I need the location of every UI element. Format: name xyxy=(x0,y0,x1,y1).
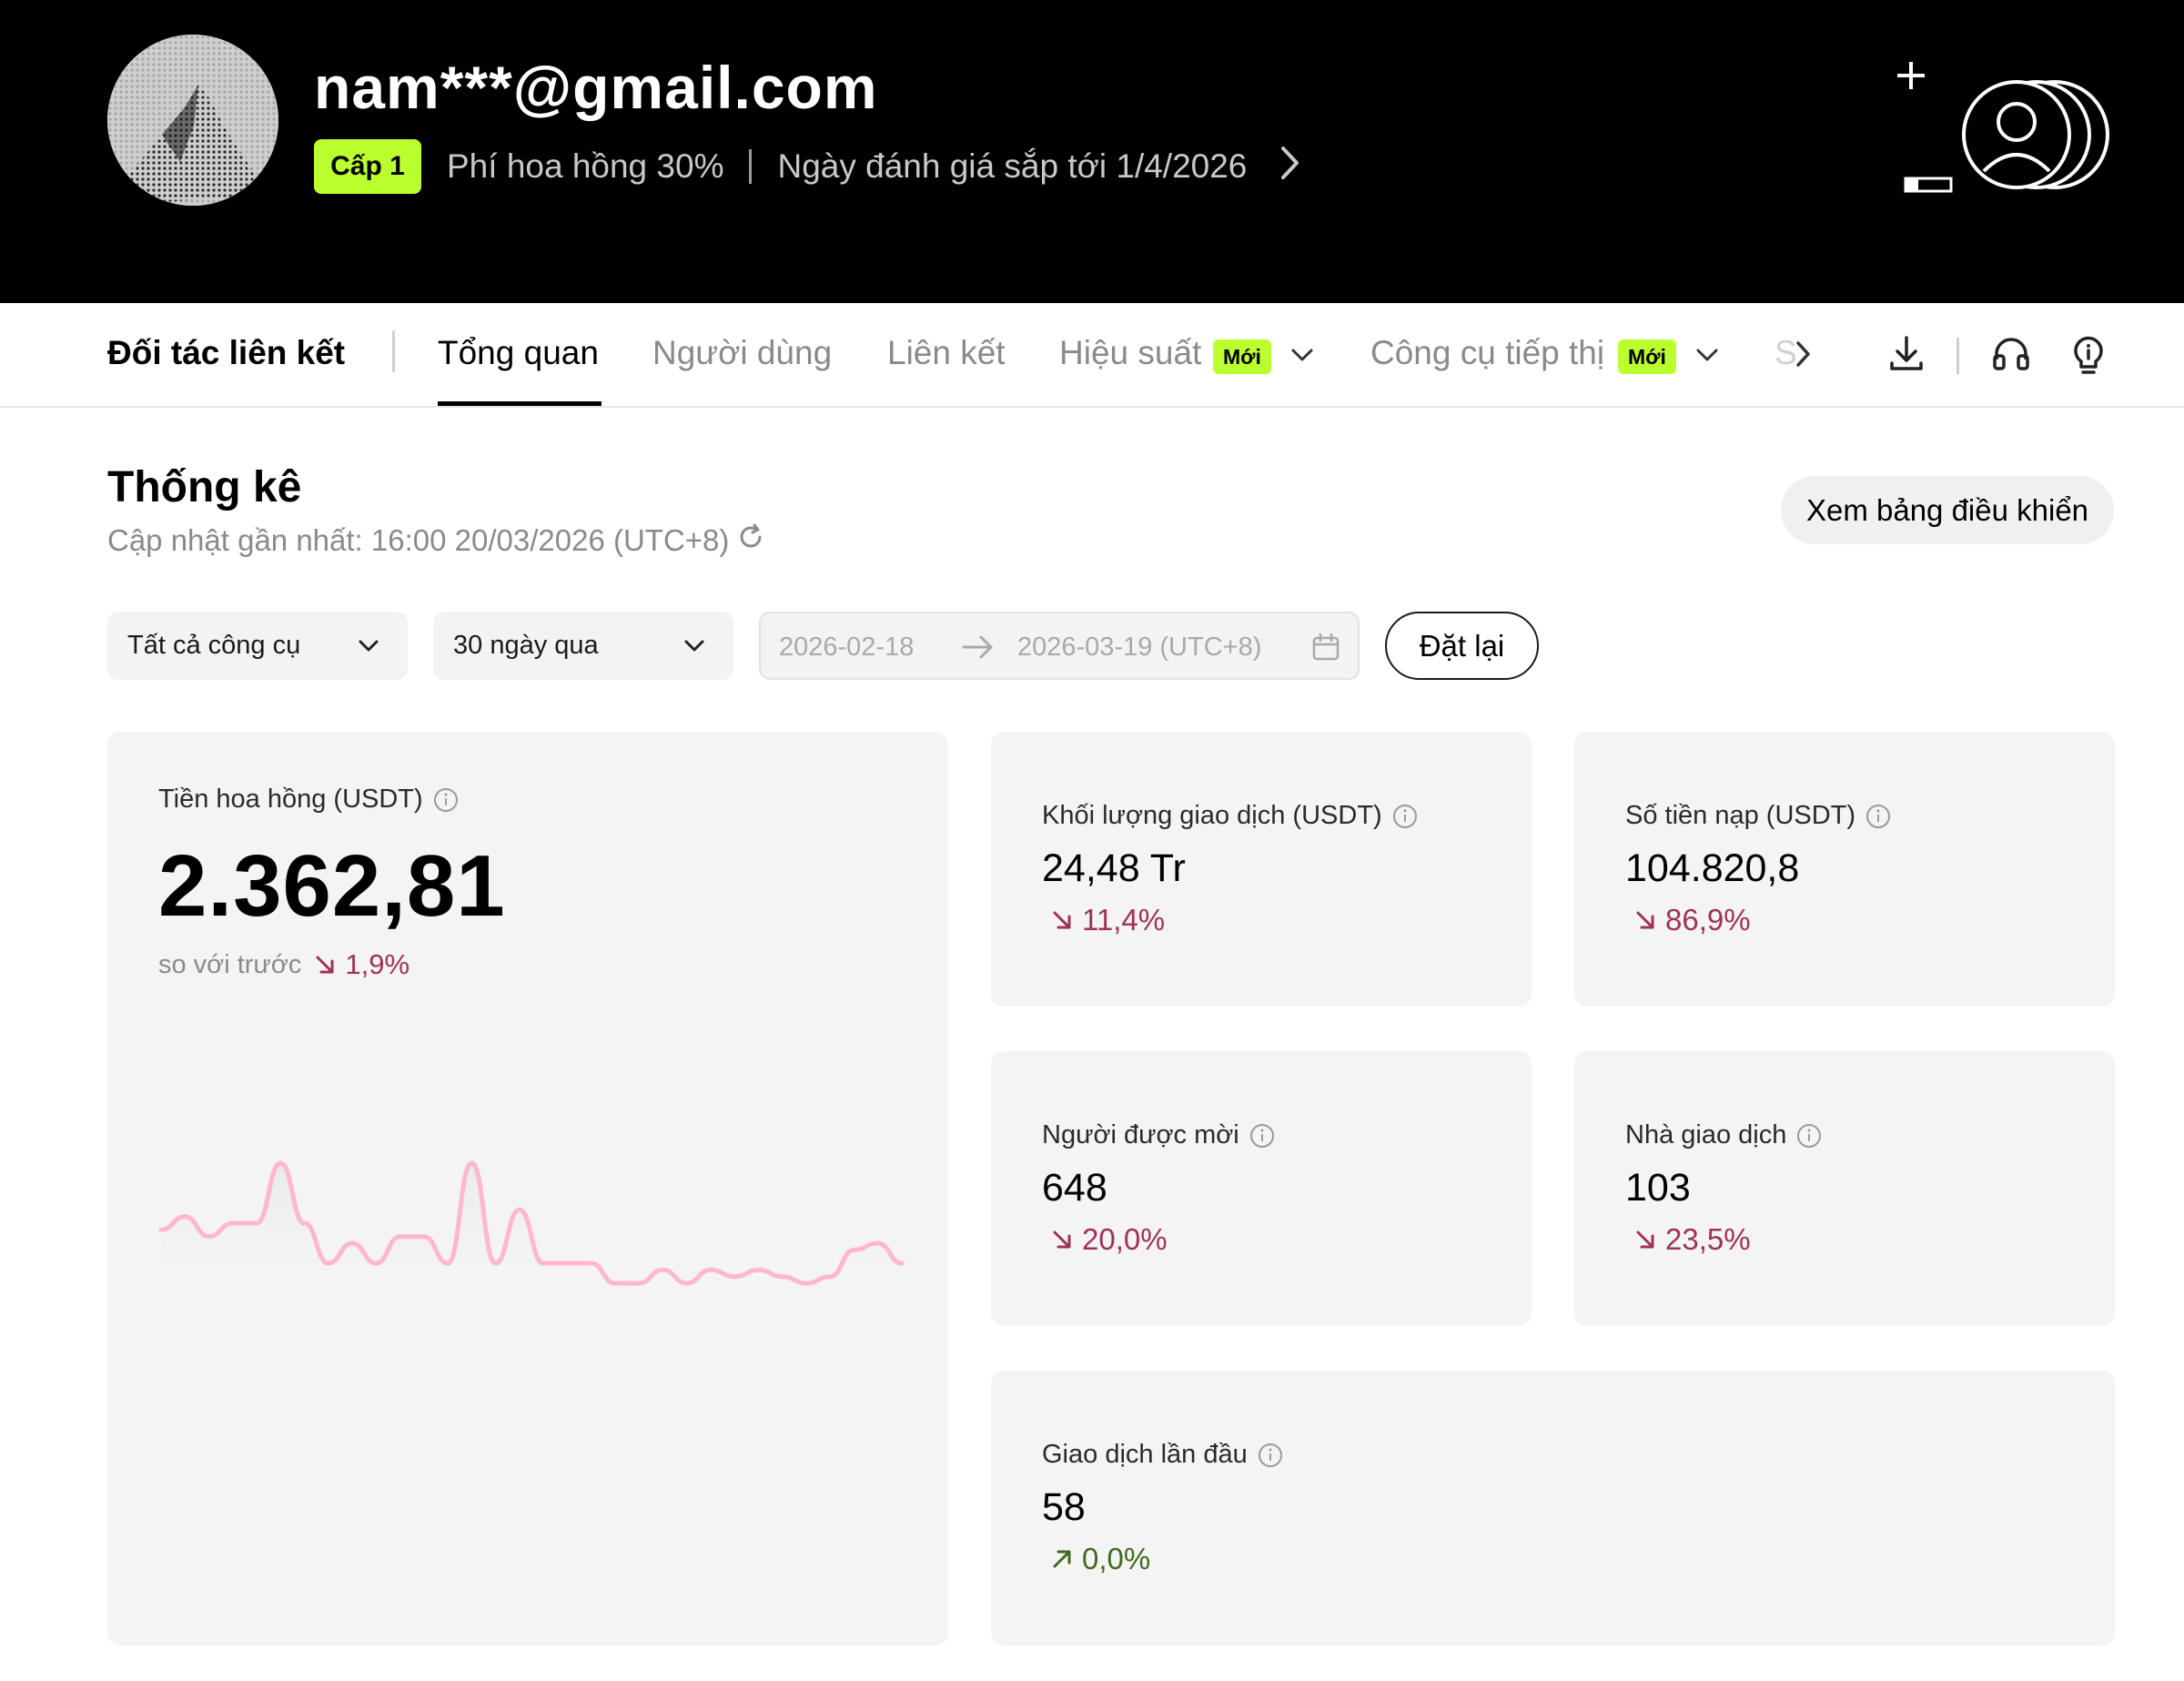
deposit-value: 104.820,8 xyxy=(1625,846,1800,890)
last-updated: Cập nhật gần nhất: 16:00 20/03/2026 (UTC… xyxy=(107,522,765,559)
card-label-text: Nhà giao dịch xyxy=(1625,1120,1787,1149)
date-range-picker[interactable]: 2026-02-18 2026-03-19 (UTC+8) xyxy=(759,612,1360,680)
page-title: Thống kê xyxy=(107,463,302,511)
arrow-down-right-icon xyxy=(1053,1230,1071,1249)
meta-divider xyxy=(749,149,753,184)
card-label-text: Khối lượng giao dịch (USDT) xyxy=(1042,801,1382,830)
user-email: nam***@gmail.com xyxy=(314,54,878,121)
arrow-right-icon xyxy=(961,632,996,663)
commission-sparkline xyxy=(158,1160,905,1296)
change-indicator: 1,9% xyxy=(312,948,410,981)
card-label-text: Số tiền nạp (USDT) xyxy=(1625,801,1856,830)
change-indicator: 86,9% xyxy=(1633,903,1751,937)
commission-compare: so với trước 1,9% xyxy=(158,948,410,981)
main-nav: Đối tác liên kết Tổng quan Người dùng Li… xyxy=(0,303,2184,408)
info-icon[interactable] xyxy=(1865,803,1892,830)
chevron-down-icon[interactable] xyxy=(1289,329,1316,380)
card-label: Số tiền nạp (USDT) xyxy=(1625,801,1892,831)
traders-card: Nhà giao dịch 103 23,5% xyxy=(1574,1051,2115,1326)
card-label: Giao dịch lần đầu xyxy=(1042,1440,1284,1470)
change-indicator: 23,5% xyxy=(1633,1222,1751,1257)
tab-overview[interactable]: Tổng quan xyxy=(438,334,599,372)
lightbulb-icon[interactable] xyxy=(2063,329,2114,380)
commission-card: Tiền hoa hồng (USDT) 2.362,81 so với trư… xyxy=(107,732,948,1646)
headset-icon[interactable] xyxy=(1986,329,2037,380)
avatar[interactable] xyxy=(107,35,278,206)
info-icon[interactable] xyxy=(432,786,460,814)
next-review-date: Ngày đánh giá sắp tới 1/4/2026 xyxy=(777,147,1248,185)
nav-icon-divider xyxy=(1956,338,1959,374)
chevron-right-icon[interactable] xyxy=(1279,145,1301,189)
card-label-text: Tiền hoa hồng (USDT) xyxy=(158,785,423,814)
commission-rate: Phí hoa hồng 30% xyxy=(447,147,724,185)
download-icon[interactable] xyxy=(1881,329,1932,380)
profile-meta[interactable]: Phí hoa hồng 30% Ngày đánh giá sắp tới 1… xyxy=(447,144,1301,189)
nav-divider xyxy=(392,330,395,372)
commission-value: 2.362,81 xyxy=(158,837,506,935)
first-trade-value: 58 xyxy=(1042,1485,1086,1529)
chevron-right-icon[interactable] xyxy=(1789,329,1816,380)
tab-performance[interactable]: Hiệu suất xyxy=(1059,334,1201,372)
view-dashboard-button[interactable]: Xem bảng điều khiển xyxy=(1781,476,2114,544)
arrow-up-right-icon xyxy=(1053,1550,1071,1568)
deposit-card: Số tiền nạp (USDT) 104.820,8 86,9% xyxy=(1574,732,2115,1007)
nav-brand: Đối tác liên kết xyxy=(107,334,346,371)
invitees-value: 648 xyxy=(1042,1166,1107,1210)
tab-links[interactable]: Liên kết xyxy=(887,334,1006,372)
invitees-card: Người được mời 648 20,0% xyxy=(991,1051,1532,1326)
change-indicator: 20,0% xyxy=(1049,1222,1168,1257)
volume-value: 24,48 Tr xyxy=(1042,846,1186,890)
info-icon[interactable] xyxy=(1249,1122,1276,1149)
tab-marketing-tools[interactable]: Công cụ tiếp thị xyxy=(1370,334,1604,372)
new-badge: Mới xyxy=(1618,339,1676,374)
last-updated-text: Cập nhật gần nhất: 16:00 20/03/2026 (UTC… xyxy=(107,523,730,557)
info-icon[interactable] xyxy=(1391,803,1419,830)
card-label: Khối lượng giao dịch (USDT) xyxy=(1042,801,1419,831)
change-value: 11,4% xyxy=(1082,903,1166,937)
card-label-text: Người được mời xyxy=(1042,1120,1239,1149)
user-level-illustration xyxy=(1893,56,2111,202)
change-value: 86,9% xyxy=(1665,903,1751,937)
arrow-down-right-icon xyxy=(1636,1230,1654,1249)
change-value: 20,0% xyxy=(1082,1222,1168,1256)
chevron-down-icon[interactable] xyxy=(1694,329,1721,380)
change-value: 23,5% xyxy=(1665,1222,1751,1256)
date-from[interactable]: 2026-02-18 xyxy=(779,633,914,663)
traders-value: 103 xyxy=(1625,1166,1691,1210)
date-to[interactable]: 2026-03-19 (UTC+8) xyxy=(1017,633,1261,663)
refresh-icon[interactable] xyxy=(729,522,765,559)
tool-select-value: Tất cả công cụ xyxy=(127,631,301,660)
tool-select[interactable]: Tất cả công cụ xyxy=(107,612,408,680)
period-select[interactable]: 30 ngày qua xyxy=(433,612,733,680)
arrow-down-right-icon xyxy=(1636,911,1654,929)
new-badge: Mới xyxy=(1213,339,1271,374)
reset-button[interactable]: Đặt lại xyxy=(1385,612,1539,680)
chevron-down-icon xyxy=(357,633,380,657)
period-select-value: 30 ngày qua xyxy=(453,631,599,660)
first-trade-card: Giao dịch lần đầu 58 0,0% xyxy=(991,1371,2115,1646)
compare-label: so với trước xyxy=(158,949,302,979)
arrow-down-right-icon xyxy=(316,956,334,974)
active-tab-indicator xyxy=(438,401,602,406)
info-icon[interactable] xyxy=(1257,1442,1284,1469)
change-value: 1,9% xyxy=(345,948,410,980)
level-badge: Cấp 1 xyxy=(314,139,421,194)
card-label: Nhà giao dịch xyxy=(1625,1120,1823,1150)
calendar-icon[interactable] xyxy=(1310,632,1341,663)
change-indicator: 11,4% xyxy=(1049,903,1165,937)
card-label: Tiền hoa hồng (USDT) xyxy=(158,785,460,815)
chevron-down-icon xyxy=(682,633,706,657)
card-label: Người được mời xyxy=(1042,1120,1276,1150)
tab-users[interactable]: Người dùng xyxy=(652,334,832,372)
change-indicator: 0,0% xyxy=(1049,1542,1150,1576)
info-icon[interactable] xyxy=(1795,1122,1823,1149)
card-label-text: Giao dịch lần đầu xyxy=(1042,1440,1248,1469)
profile-header: nam***@gmail.com Cấp 1 Phí hoa hồng 30% … xyxy=(0,0,2184,303)
change-value: 0,0% xyxy=(1082,1542,1151,1575)
volume-card: Khối lượng giao dịch (USDT) 24,48 Tr 11,… xyxy=(991,732,1532,1007)
arrow-down-right-icon xyxy=(1053,911,1071,929)
